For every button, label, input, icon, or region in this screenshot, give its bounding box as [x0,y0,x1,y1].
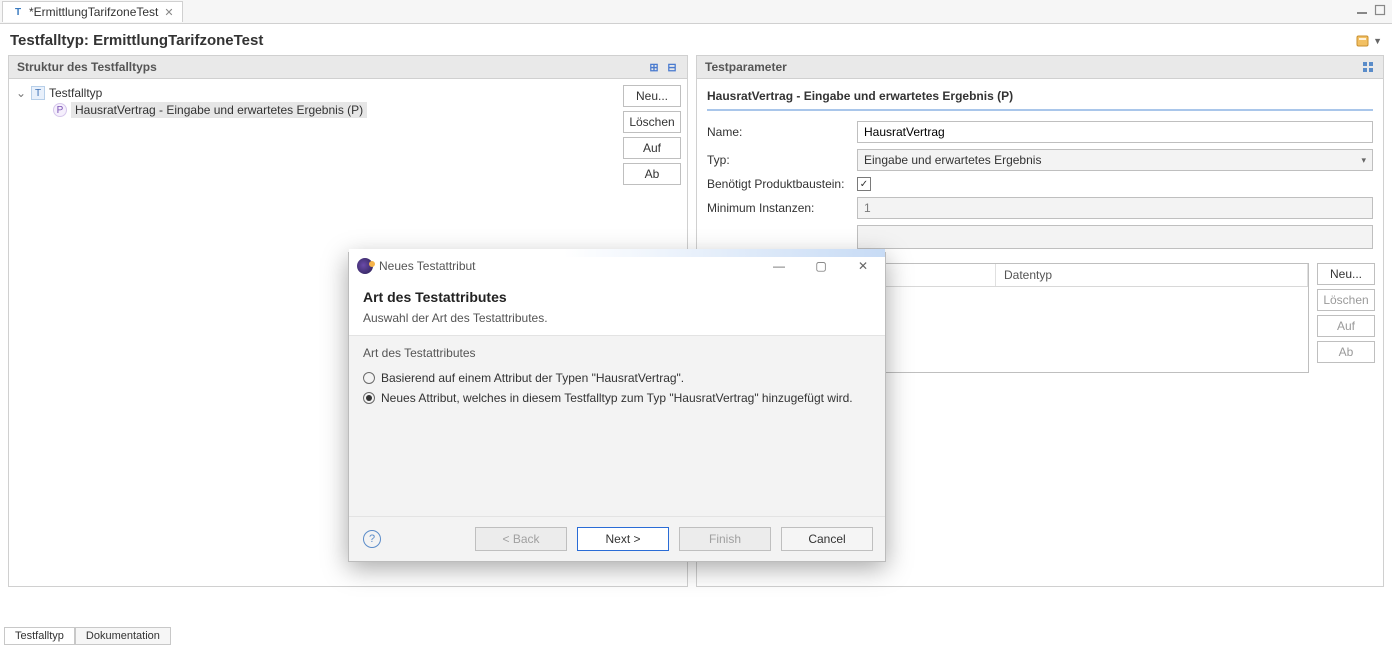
dialog-subheading: Auswahl der Art des Testattributes. [363,311,871,325]
editor-tabbar: T *ErmittlungTarifzoneTest ✕ [0,0,1392,24]
radio-new-attribute[interactable]: Neues Attribut, welches in diesem Testfa… [363,388,871,408]
radio-icon [363,372,375,384]
chevron-down-icon[interactable]: ▼ [1373,36,1382,46]
dialog-maximize-icon[interactable]: ▢ [807,259,835,273]
tree-root-label: Testfalltyp [49,86,102,100]
cancel-button[interactable]: Cancel [781,527,873,551]
back-button[interactable]: < Back [475,527,567,551]
product-icon[interactable] [1355,33,1371,49]
tab-testfalltyp[interactable]: Testfalltyp [4,627,75,645]
structure-header: Struktur des Testfalltyps ⊞ ⊟ [8,55,688,79]
dialog-body: Art des Testattributes Basierend auf ein… [349,335,885,516]
min-instances-label: Minimum Instanzen: [707,201,857,215]
dialog-group-title: Art des Testattributes [363,346,871,360]
requires-product-checkbox[interactable]: ✓ [857,177,871,191]
dialog-heading: Art des Testattributes [363,289,871,305]
attr-delete-button[interactable]: Löschen [1317,289,1375,311]
name-input[interactable] [857,121,1373,143]
parameter-subheader: HausratVertrag - Eingabe und erwartetes … [707,89,1373,111]
new-testattribute-dialog: Neues Testattribut — ▢ ✕ Art des Testatt… [348,252,886,562]
tree-item[interactable]: P HausratVertrag - Eingabe und erwartete… [15,101,617,119]
tree-root[interactable]: ⌄ T Testfalltyp [15,85,617,101]
col-datatype: Datentyp [996,264,1308,286]
attr-move-down-button[interactable]: Ab [1317,341,1375,363]
testtype-icon: T [11,5,25,19]
page-title: Testfalltyp: ErmittlungTarifzoneTest [10,32,263,49]
dialog-header: Art des Testattributes Auswahl der Art d… [349,279,885,335]
editor-tab-label: *ErmittlungTarifzoneTest [29,5,158,19]
dialog-window-title: Neues Testattribut [379,259,476,273]
dialog-banner-gradient [349,249,885,257]
minimize-icon[interactable] [1356,4,1368,19]
parameter-icon: P [53,103,67,117]
collapse-all-icon[interactable]: ⊟ [665,60,679,74]
grid-icon[interactable] [1361,60,1375,74]
max-instances-input[interactable] [857,225,1373,249]
bottom-tabs: Testfalltyp Dokumentation [4,627,171,645]
requires-product-label: Benötigt Produktbaustein: [707,177,857,191]
attributes-buttons: Neu... Löschen Auf Ab [1317,263,1373,373]
radio-icon [363,392,375,404]
finish-button[interactable]: Finish [679,527,771,551]
new-button[interactable]: Neu... [623,85,681,107]
name-label: Name: [707,125,857,139]
testparameter-header: Testparameter [696,55,1384,79]
testtype-icon: T [31,86,45,100]
move-up-button[interactable]: Auf [623,137,681,159]
dialog-close-icon[interactable]: ✕ [849,259,877,273]
radio1-label: Basierend auf einem Attribut der Typen "… [381,371,684,385]
dialog-footer: ? < Back Next > Finish Cancel [349,516,885,561]
title-actions: ▼ [1355,33,1382,49]
type-select[interactable]: Eingabe und erwartetes Ergebnis ▾ [857,149,1373,171]
maximize-icon[interactable] [1374,4,1386,19]
delete-button[interactable]: Löschen [623,111,681,133]
eclipse-icon [357,258,373,274]
structure-title: Struktur des Testfalltyps [17,60,157,74]
editor-tab[interactable]: T *ErmittlungTarifzoneTest ✕ [2,1,183,22]
testparameter-title: Testparameter [705,60,787,74]
help-icon[interactable]: ? [363,530,381,548]
attr-new-button[interactable]: Neu... [1317,263,1375,285]
radio2-label: Neues Attribut, welches in diesem Testfa… [381,391,853,405]
type-label: Typ: [707,153,857,167]
dialog-minimize-icon[interactable]: — [765,259,793,273]
window-controls [1356,4,1386,19]
tree-toggle-icon[interactable]: ⌄ [15,86,27,100]
move-down-button[interactable]: Ab [623,163,681,185]
attr-move-up-button[interactable]: Auf [1317,315,1375,337]
close-icon[interactable]: ✕ [164,6,173,19]
expand-all-icon[interactable]: ⊞ [647,60,661,74]
type-select-value: Eingabe und erwartetes Ergebnis [864,153,1041,167]
tab-dokumentation[interactable]: Dokumentation [75,627,171,645]
tree-item-label: HausratVertrag - Eingabe und erwartetes … [71,102,367,118]
min-instances-input[interactable]: 1 [857,197,1373,219]
page-title-row: Testfalltyp: ErmittlungTarifzoneTest ▼ [0,24,1392,55]
chevron-down-icon: ▾ [1361,155,1366,166]
next-button[interactable]: Next > [577,527,669,551]
radio-based-on-attribute[interactable]: Basierend auf einem Attribut der Typen "… [363,368,871,388]
